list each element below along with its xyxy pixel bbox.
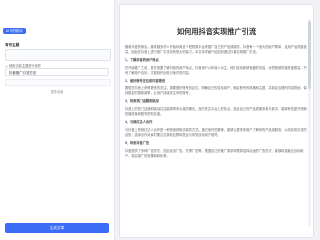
document-panel: 如何用抖音实现推广引流 随着抖音的普及，越来越多的人开始利用这个短视频平台来推广… [119,4,314,238]
section-heading: 4、与网红达人合作 [125,119,153,124]
paragraph: 要想在抖音上获得更多的关注，需要做好账号的定位。明确自己的目标用户，确定账号的风… [125,86,307,96]
ai-writing-chip[interactable]: AI 写作助手 [3,28,26,34]
topic-textarea[interactable] [5,49,111,61]
options-bar[interactable] [5,79,111,86]
section-heading: 3、利用热门话题和挑战 [125,99,159,104]
document-title: 如何用抖音实现推广引流 [176,27,257,36]
section-heading: 2、做好账号定位和内容规划 [125,78,166,83]
generate-button[interactable]: 生成文章 [5,223,109,233]
paragraph: 随着抖音的普及，越来越多的人开始利用这个短视频平台来推广自己的产品或服务。抖音有… [125,45,307,54]
section-heading: 1、了解抖音的用户特点 [125,57,159,62]
writing-panel: AI 写作助手 写作主题 — 使用当前主题进行创作 抖音推广引流方法 更多设置 … [0,0,115,240]
paragraph: 在开始推广之前，首先需要了解抖音的用户特点。抖音用户以年轻人为主，他们喜欢新鲜有… [125,65,307,75]
paragraph: 抖音上的热门话题和挑战往往能够带来大量的曝光。及时关注平台上的热点，结合自己的产… [125,107,307,117]
section-title: 写作主题 [5,43,20,47]
paragraph: 抖音提供了多种广告形式，如信息流广告、开屏广告等。根据自己的推广需求和预算选择合… [125,148,304,158]
document-body: 随着抖音的普及，越来越多的人开始利用这个短视频平台来推广自己的产品或服务。抖音有… [120,45,313,158]
scrollbar[interactable] [308,19,311,227]
more-settings-link[interactable]: 更多设置 [0,89,114,94]
section-heading: 5、利用抖音广告 [125,140,150,145]
topic-input[interactable]: 抖音推广引流方法 [5,68,109,76]
paragraph: 与抖音上的网红达人合作是一种快速获取流量的方式。通过他们的推荐，能够让更多的用户… [125,127,307,137]
scrollbar-thumb[interactable] [308,21,311,89]
